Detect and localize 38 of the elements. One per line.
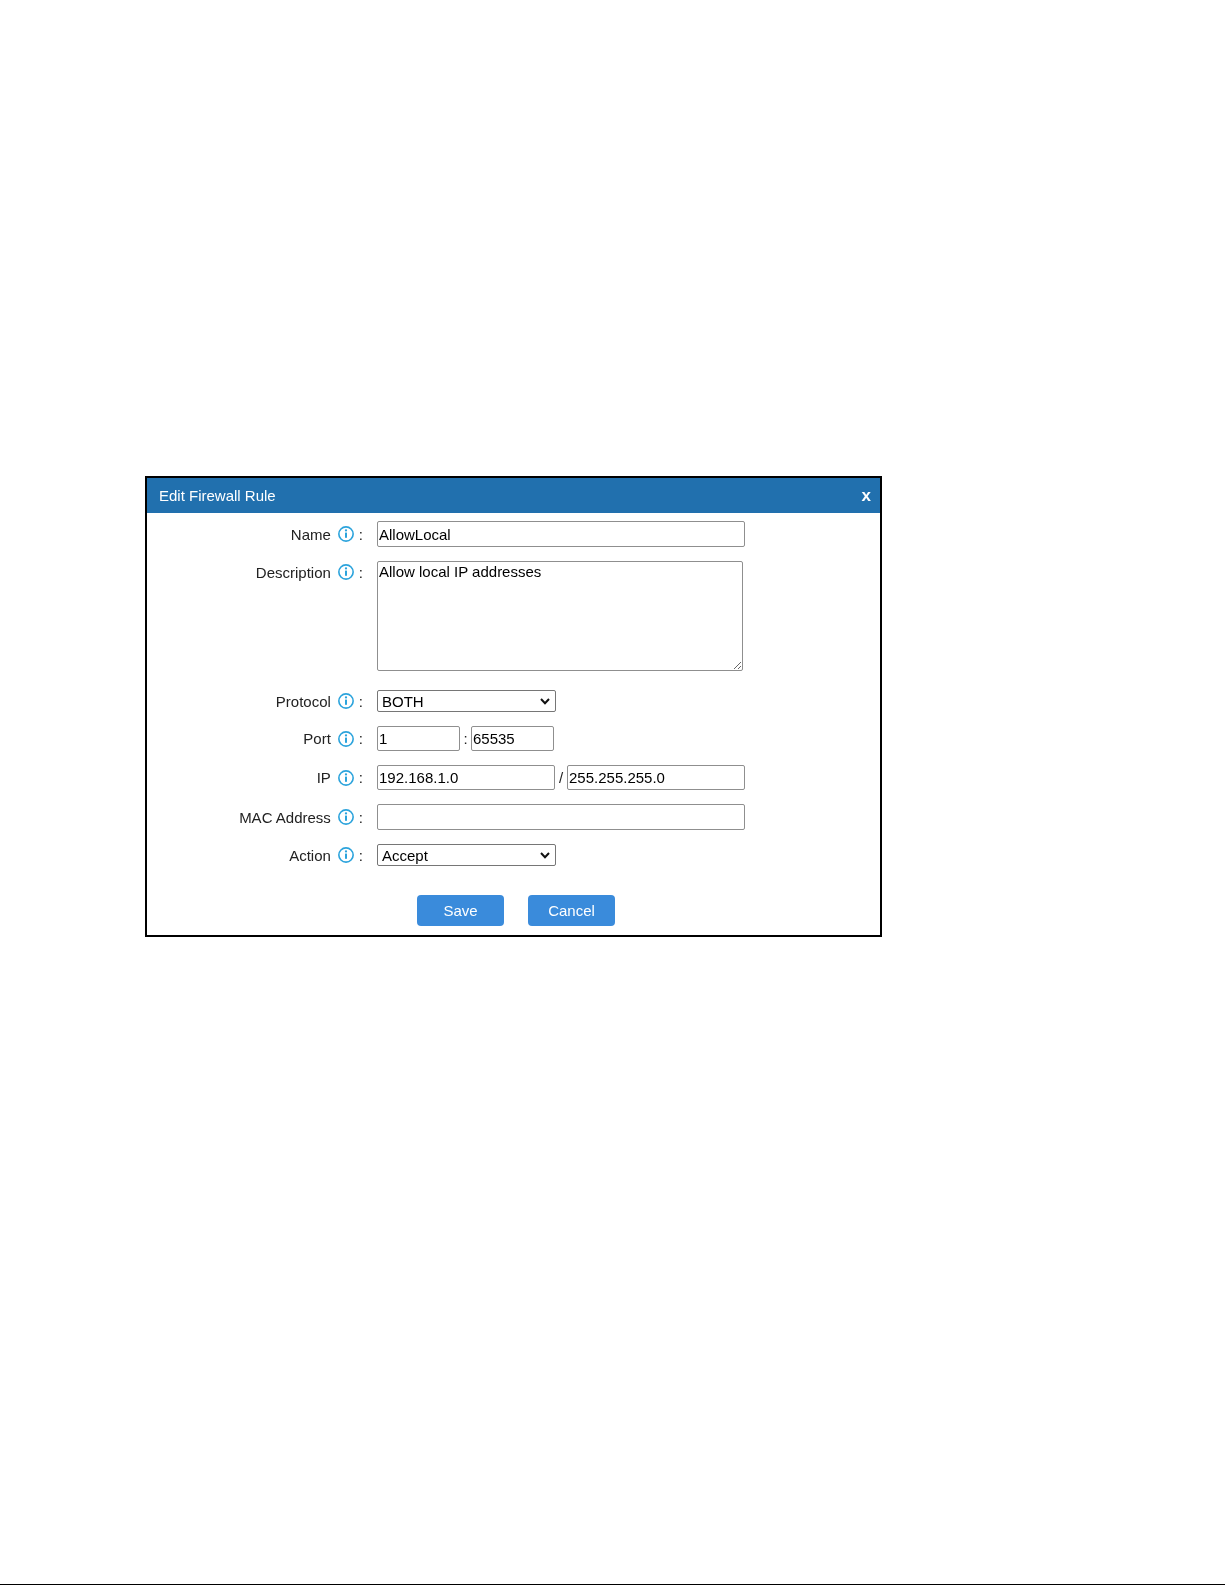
dropdown[interactable]: BOTH — [377, 690, 556, 712]
info-icon[interactable] — [337, 847, 354, 863]
label-colon: : — [358, 769, 363, 786]
input-field[interactable]: 255.255.255.0 — [567, 765, 745, 790]
field-label: IP — [316, 769, 331, 786]
dialog-title: Edit Firewall Rule — [159, 487, 276, 504]
label-colon: : — [358, 808, 363, 826]
chevron-icon — [540, 851, 550, 859]
info-icon[interactable] — [337, 809, 354, 825]
field-label: MAC Address — [239, 808, 331, 826]
input-field[interactable]: 65535 — [471, 726, 554, 751]
label-colon: : — [358, 846, 363, 864]
label-colon: : — [358, 525, 363, 543]
field-separator: / — [557, 769, 565, 786]
field-label: Protocol — [275, 692, 331, 710]
field-label: Description — [255, 563, 331, 581]
dropdown[interactable]: Accept — [377, 844, 556, 866]
label-colon: : — [358, 563, 363, 581]
field-label: Action — [289, 846, 331, 864]
field-label: Port — [303, 730, 331, 747]
close-button[interactable]: x — [860, 487, 872, 504]
info-icon[interactable] — [337, 526, 354, 542]
info-icon[interactable] — [337, 564, 354, 580]
label-colon: : — [358, 692, 363, 710]
info-icon[interactable] — [337, 730, 354, 747]
input-field[interactable]: 1 — [377, 726, 460, 751]
input-field[interactable] — [377, 804, 745, 830]
input-field[interactable]: AllowLocal — [377, 521, 745, 547]
text-area-field[interactable]: Allow local IP addresses — [377, 561, 743, 671]
label-colon: : — [358, 730, 363, 747]
field-label: Name — [290, 525, 331, 543]
chevron-icon — [540, 697, 550, 705]
input-field[interactable]: 192.168.1.0 — [377, 765, 555, 790]
info-icon[interactable] — [337, 769, 354, 786]
info-icon[interactable] — [337, 693, 354, 709]
dialog-button[interactable]: Save — [417, 895, 504, 926]
field-separator: : — [462, 730, 469, 747]
dialog-button[interactable]: Cancel — [528, 895, 615, 926]
